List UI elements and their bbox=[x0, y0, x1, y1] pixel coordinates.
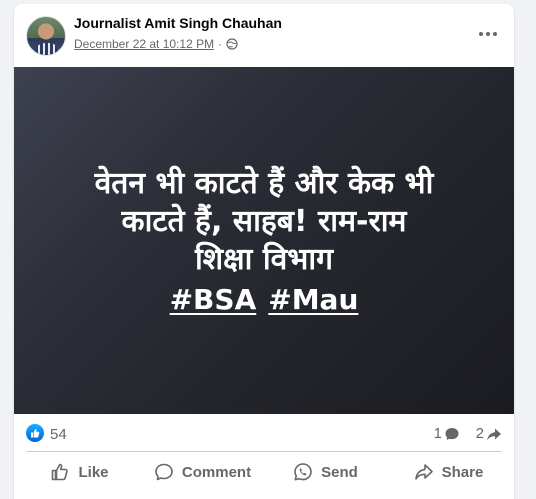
post-header: Journalist Amit Singh Chauhan December 2… bbox=[14, 4, 514, 66]
post-timestamp[interactable]: December 22 at 10:12 PM bbox=[74, 37, 214, 51]
post-meta: December 22 at 10:12 PM · bbox=[74, 37, 238, 51]
share-label: Share bbox=[441, 463, 484, 481]
image-text-line-3: शिक्षा विभाग bbox=[194, 242, 334, 277]
like-reaction-icon[interactable] bbox=[26, 424, 44, 442]
actions-divider bbox=[26, 451, 502, 452]
thumbs-up-icon bbox=[52, 463, 69, 481]
image-text-line-2: काटते हैं, साहब! राम-राम bbox=[121, 204, 407, 239]
author-name[interactable]: Journalist Amit Singh Chauhan bbox=[74, 15, 282, 31]
hashtag-bsa: #BSA bbox=[169, 283, 257, 316]
hashtag-mau: #Mau bbox=[268, 283, 359, 316]
comment-bubble-icon bbox=[445, 427, 459, 440]
share-button[interactable]: Share bbox=[387, 454, 510, 490]
comment-label: Comment bbox=[181, 463, 252, 481]
send-button[interactable]: Send bbox=[264, 454, 387, 490]
share-count[interactable]: 2 bbox=[476, 425, 502, 442]
globe-icon[interactable] bbox=[226, 38, 238, 50]
more-options-icon[interactable] bbox=[474, 22, 502, 46]
comment-icon bbox=[155, 463, 173, 481]
share-arrow-icon bbox=[487, 428, 501, 440]
post-card: Journalist Amit Singh Chauhan December 2… bbox=[14, 4, 514, 499]
post-actions: Like Comment Send Share bbox=[18, 454, 510, 490]
author-avatar[interactable] bbox=[26, 16, 66, 56]
whatsapp-send-icon bbox=[294, 463, 312, 481]
share-icon bbox=[414, 464, 433, 480]
meta-separator: · bbox=[218, 37, 223, 51]
image-text-line-1: वेतन भी काटते हैं और केक भी bbox=[94, 166, 434, 201]
post-image[interactable]: वेतन भी काटते हैं और केक भी काटते हैं, स… bbox=[14, 67, 514, 414]
image-hashtags: #BSA #Mau bbox=[170, 283, 359, 316]
avatar-shirt bbox=[35, 43, 59, 55]
share-count-value: 2 bbox=[475, 425, 484, 442]
send-label: Send bbox=[321, 463, 358, 481]
like-label: Like bbox=[78, 463, 109, 481]
comment-count[interactable]: 1 bbox=[434, 425, 460, 442]
comment-button[interactable]: Comment bbox=[141, 454, 264, 490]
like-button[interactable]: Like bbox=[18, 454, 141, 490]
reaction-count[interactable]: 54 bbox=[50, 426, 67, 443]
post-stats: 54 1 2 bbox=[14, 418, 514, 448]
comment-count-value: 1 bbox=[433, 425, 442, 442]
